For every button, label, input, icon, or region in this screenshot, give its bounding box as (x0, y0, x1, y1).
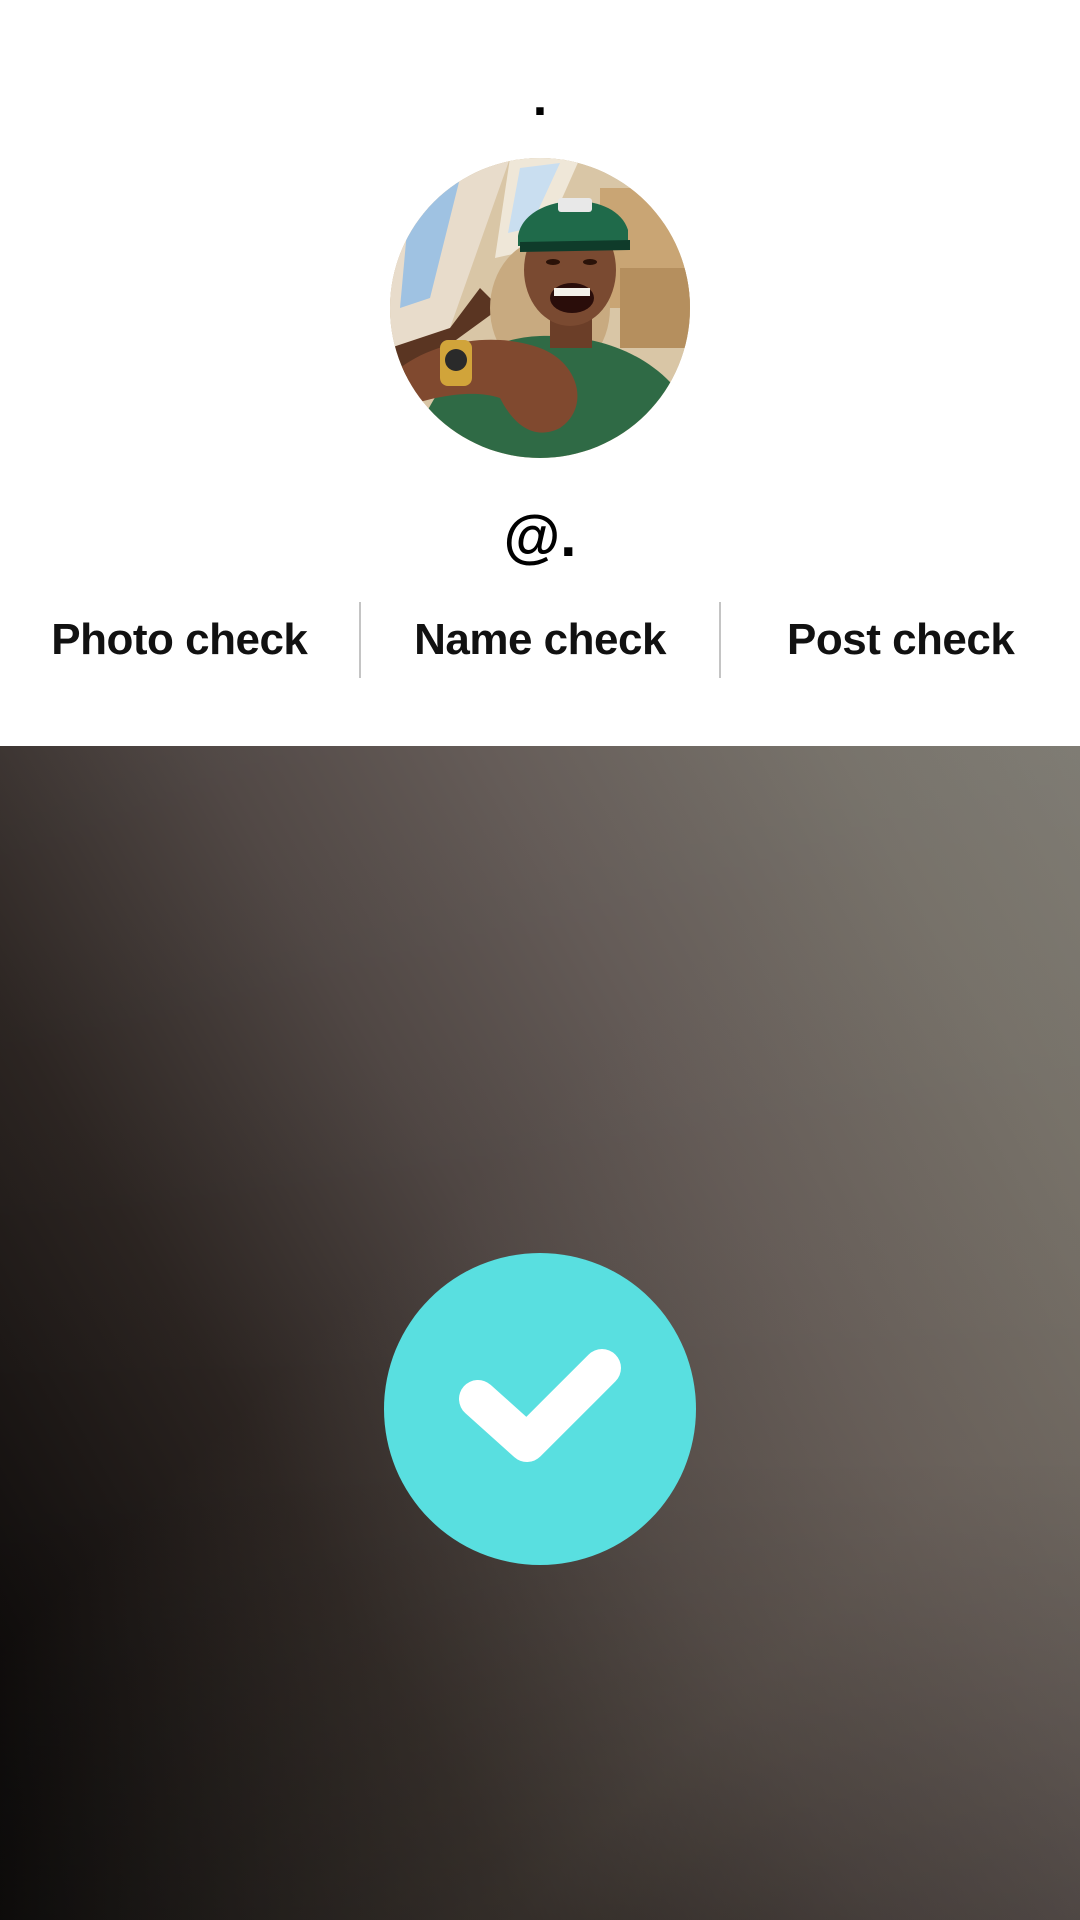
photo-check-item[interactable]: Photo check (0, 615, 359, 665)
profile-card: . @. Photo check Name check Post check (0, 0, 1080, 746)
profile-title: . (532, 69, 548, 127)
username-handle: @. (503, 504, 577, 569)
check-tabs: Photo check Name check Post check (0, 600, 1080, 680)
checkmark-icon (459, 1349, 621, 1462)
verified-badge (384, 1253, 696, 1565)
profile-avatar (390, 158, 690, 458)
name-check-item[interactable]: Name check (361, 615, 720, 665)
post-check-item[interactable]: Post check (721, 615, 1080, 665)
verification-screen: . @. Photo check Name check Post check (0, 0, 1080, 1920)
avatar-photo-icon (390, 158, 690, 458)
